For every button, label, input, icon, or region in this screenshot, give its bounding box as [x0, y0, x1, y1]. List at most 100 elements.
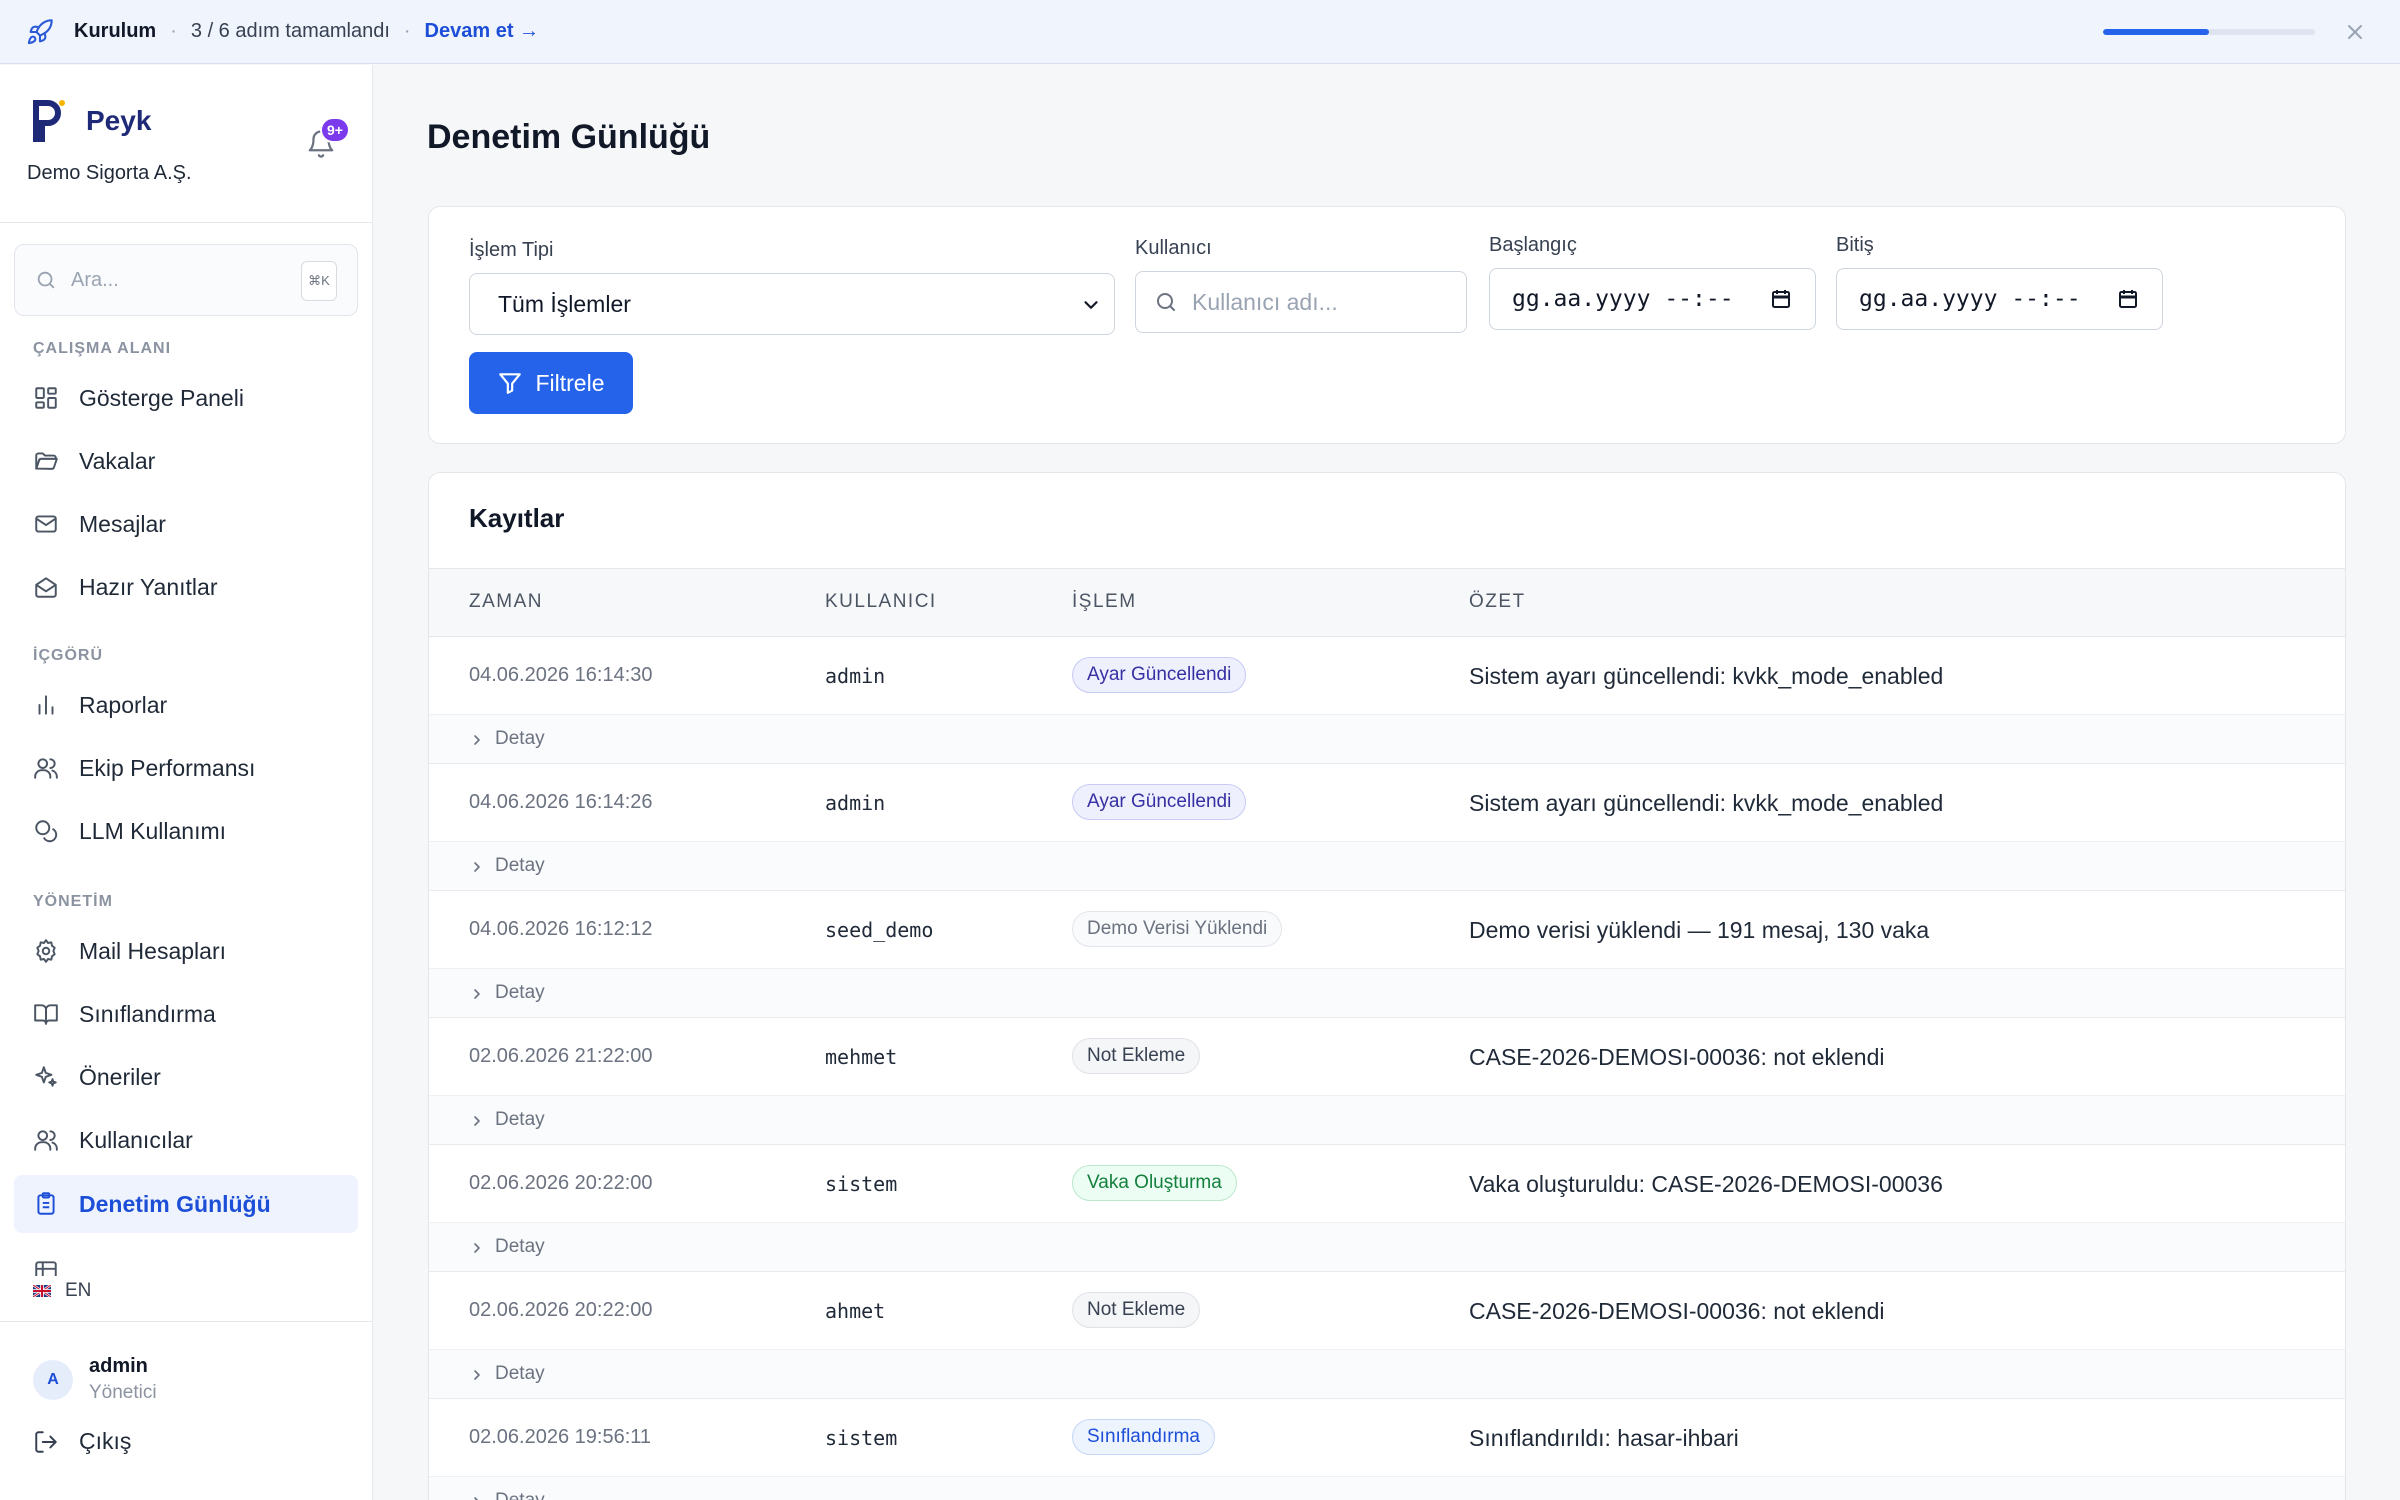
action-badge: Vaka Oluşturma	[1072, 1165, 1237, 1201]
row-summary: CASE-2026-DEMOSI-00036: not eklendi	[1469, 1044, 1885, 1070]
logout-button[interactable]: Çıkış	[33, 1428, 131, 1455]
detail-label: Detay	[495, 855, 545, 876]
end-date-input[interactable]: gg.aa.yyyy --:--	[1836, 268, 2163, 330]
peyk-logo-icon	[33, 100, 65, 142]
row-time: 02.06.2026 20:22:00	[469, 1172, 653, 1194]
bar-chart-icon	[38, 695, 54, 715]
sidebar-item-users[interactable]: Kullanıcılar	[14, 1111, 358, 1169]
row-user: admin	[825, 664, 886, 688]
start-date-input[interactable]: gg.aa.yyyy --:--	[1489, 268, 1816, 330]
table-row[interactable]: 04.06.2026 16:14:26 admin Ayar Güncellendi…	[429, 764, 2345, 842]
chevron-down-icon	[1084, 301, 1098, 309]
chevron-right-icon	[474, 1370, 480, 1380]
start-date-label: Başlangıç	[1489, 234, 1577, 256]
sidebar-item-cases[interactable]: Vakalar	[14, 432, 358, 490]
detail-label: Detay	[495, 1363, 545, 1384]
sidebar-item-classification[interactable]: Sınıflandırma	[14, 985, 358, 1043]
dashboard-icon	[35, 387, 57, 409]
row-summary: Demo verisi yüklendi — 191 mesaj, 130 va…	[1469, 917, 1930, 943]
sidebar-item-team-performance[interactable]: Ekip Performansı	[14, 739, 358, 797]
clipboard-icon	[37, 1192, 55, 1215]
row-time: 02.06.2026 20:22:00	[469, 1299, 653, 1321]
row-user: mehmet	[825, 1045, 898, 1069]
filter-card: İşlem Tipi Tüm İşlemler Kullanıcı Kullan…	[428, 206, 2346, 444]
row-detail-toggle[interactable]: Detay	[429, 1096, 2345, 1145]
row-user: seed_demo	[825, 918, 934, 942]
row-user: ahmet	[825, 1299, 886, 1323]
book-icon	[34, 1004, 58, 1025]
users-icon	[34, 758, 58, 779]
setup-progress-bar	[2103, 29, 2315, 35]
sidebar-search[interactable]: Ara... ⌘K	[14, 244, 358, 316]
notifications-button[interactable]: 9+	[306, 117, 350, 158]
sidebar-item-partial[interactable]	[14, 1258, 358, 1276]
folder-icon	[35, 452, 58, 470]
section-insight: İÇGÖRÜ	[33, 647, 103, 664]
brand[interactable]: Peyk	[32, 99, 151, 143]
users-icon	[34, 1130, 58, 1151]
detail-label: Detay	[495, 1109, 545, 1130]
page-title: Denetim Günlüğü	[427, 118, 711, 156]
table-header: ZAMAN KULLANICI İŞLEM ÖZET	[429, 568, 2345, 637]
row-detail-toggle[interactable]: Detay	[429, 969, 2345, 1018]
logout-icon	[35, 1430, 57, 1453]
table-row[interactable]: 02.06.2026 20:22:00 ahmet Not Ekleme CASE-2…	[429, 1272, 2345, 1350]
action-badge: Not Ekleme	[1072, 1292, 1201, 1328]
sidebar-item-messages[interactable]: Mesajlar	[14, 495, 358, 553]
row-detail-toggle[interactable]: Detay	[429, 842, 2345, 891]
column-user: KULLANICI	[825, 591, 937, 612]
sidebar-item-mail-accounts[interactable]: Mail Hesapları	[14, 922, 358, 980]
calendar-icon[interactable]	[2116, 287, 2140, 311]
row-summary: Sistem ayarı güncellendi: kvkk_mode_enab…	[1469, 663, 1944, 689]
language-switch[interactable]: EN	[33, 1280, 91, 1302]
mail-icon	[35, 515, 57, 533]
sidebar-item-llm-usage[interactable]: LLM Kullanımı	[14, 802, 358, 860]
action-badge: Ayar Güncellendi	[1072, 784, 1247, 820]
brand-name: Peyk	[86, 105, 152, 136]
row-time: 04.06.2026 16:14:26	[469, 791, 653, 813]
gear-icon	[36, 939, 56, 963]
avatar: A	[33, 1359, 73, 1400]
row-summary: CASE-2026-DEMOSI-00036: not eklendi	[1469, 1298, 1885, 1324]
sidebar: Peyk Demo Sigorta A.Ş. 9+ Ara... ⌘K ÇALI…	[0, 65, 373, 1500]
section-admin: YÖNETİM	[33, 893, 113, 910]
detail-label: Detay	[495, 1490, 545, 1500]
close-icon[interactable]	[2343, 20, 2367, 44]
sidebar-item-suggestions[interactable]: Öneriler	[14, 1048, 358, 1106]
type-filter-select[interactable]: Tüm İşlemler	[469, 273, 1115, 335]
table-row[interactable]: 02.06.2026 20:22:00 sistem Vaka Oluşturma V…	[429, 1145, 2345, 1223]
user-filter-label: Kullanıcı	[1135, 237, 1212, 259]
search-icon	[1157, 293, 1175, 311]
row-detail-toggle[interactable]: Detay	[429, 715, 2345, 764]
column-action: İŞLEM	[1072, 591, 1137, 612]
table-row[interactable]: 04.06.2026 16:12:12 seed_demo Demo Verisi …	[429, 891, 2345, 969]
table-row[interactable]: 04.06.2026 16:14:30 admin Ayar Güncellendi…	[429, 637, 2345, 715]
table-row[interactable]: 02.06.2026 21:22:00 mehmet Not Ekleme CASE-…	[429, 1018, 2345, 1096]
user-name: admin	[89, 1355, 148, 1377]
detail-label: Detay	[495, 728, 545, 749]
action-badge: Demo Verisi Yüklendi	[1072, 911, 1283, 947]
row-detail-toggle[interactable]: Detay	[429, 1477, 2345, 1500]
table-row[interactable]: 02.06.2026 19:56:11 sistem Sınıflandırma Sı…	[429, 1399, 2345, 1477]
user-profile[interactable]: A admin Yönetici	[33, 1355, 157, 1404]
row-time: 02.06.2026 19:56:11	[469, 1426, 652, 1448]
sidebar-item-audit-log[interactable]: Denetim Günlüğü	[14, 1175, 358, 1233]
row-detail-toggle[interactable]: Detay	[429, 1223, 2345, 1272]
sidebar-item-dashboard[interactable]: Gösterge Paneli	[14, 369, 358, 427]
row-user: sistem	[825, 1172, 898, 1196]
action-badge: Ayar Güncellendi	[1072, 657, 1247, 693]
calendar-icon[interactable]	[1769, 287, 1793, 311]
sidebar-item-templates[interactable]: Hazır Yanıtlar	[14, 558, 358, 616]
action-badge: Sınıflandırma	[1072, 1419, 1215, 1455]
user-filter-input[interactable]: Kullanıcı adı...	[1135, 271, 1467, 333]
sidebar-item-reports[interactable]: Raporlar	[14, 676, 358, 734]
row-summary: Vaka oluşturuldu: CASE-2026-DEMOSI-00036	[1469, 1171, 1943, 1197]
row-detail-toggle[interactable]: Detay	[429, 1350, 2345, 1399]
coins-icon	[35, 820, 58, 843]
filter-button[interactable]: Filtrele	[469, 352, 633, 414]
chevron-right-icon	[474, 862, 480, 872]
banner-status: 3 / 6 adım tamamlandı	[190, 20, 390, 42]
column-summary: ÖZET	[1469, 591, 1526, 612]
row-summary: Sınıflandırıldı: hasar-ihbari	[1469, 1425, 1739, 1451]
continue-link[interactable]: Devam et →	[425, 20, 540, 43]
